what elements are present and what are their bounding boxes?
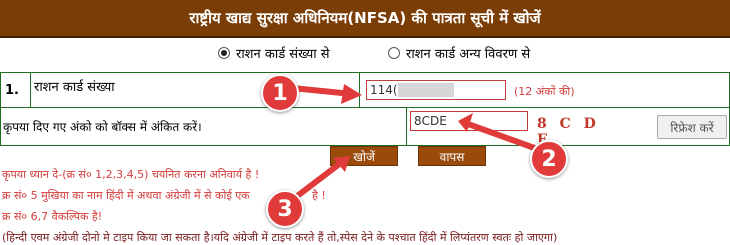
masked-digits — [398, 83, 454, 97]
radio-other-details-label: राशन कार्ड अन्य विवरण से — [406, 47, 531, 62]
radio-unselected-icon[interactable] — [388, 47, 400, 59]
radio-ration-number[interactable]: राशन कार्ड संख्या से — [218, 44, 330, 62]
step-badge-1: 1 — [261, 74, 299, 112]
ration-number-hint: (12 अंकों की) — [514, 85, 575, 98]
note-head-name: क्र सं० 5 मुखिया का नाम हिंदी में अथवा अ… — [2, 189, 250, 202]
radio-other-details[interactable]: राशन कार्ड अन्य विवरण से — [388, 44, 530, 62]
refresh-captcha-button[interactable]: रिफ्रेश करें — [657, 115, 727, 139]
radio-ration-number-label: राशन कार्ड संख्या से — [236, 47, 330, 62]
note-head-name-tail: है ! — [312, 189, 326, 202]
note-transliteration: (हिन्दी एवम अंग्रेजी दोनो मे टाइप किया ज… — [2, 231, 558, 244]
page-title: राष्ट्रीय खाद्य सुरक्षा अधिनियम(NFSA) की… — [189, 9, 541, 27]
back-button[interactable]: वापस — [418, 146, 486, 166]
captcha-image: 8 C D E — [537, 116, 600, 148]
step-badge-3: 3 — [266, 190, 304, 228]
search-mode-radio-group: राशन कार्ड संख्या से राशन कार्ड अन्य विव… — [0, 40, 730, 68]
search-form-table: 1. राशन कार्ड संख्या कृपया दिए गए अंको क… — [0, 72, 730, 146]
captcha-input[interactable] — [410, 111, 528, 131]
step-badge-2: 2 — [530, 140, 568, 178]
radio-selected-icon[interactable] — [218, 47, 230, 59]
note-optional: क्र सं० 6,7 वैकल्पिक है! — [2, 210, 103, 223]
captcha-label: कृपया दिए गए अंको को बॉक्स में अंकित करे… — [1, 107, 407, 145]
search-button[interactable]: खोजें — [330, 146, 398, 166]
row-number: 1. — [1, 73, 31, 107]
note-mandatory: कृपया ध्यान दे-(क्र सं० 1,2,3,4,5) चयनित… — [2, 168, 260, 181]
page-header: राष्ट्रीय खाद्य सुरक्षा अधिनियम(NFSA) की… — [0, 0, 730, 38]
ration-number-row: 1. राशन कार्ड संख्या — [1, 73, 729, 108]
ration-number-label: राशन कार्ड संख्या — [32, 73, 360, 107]
